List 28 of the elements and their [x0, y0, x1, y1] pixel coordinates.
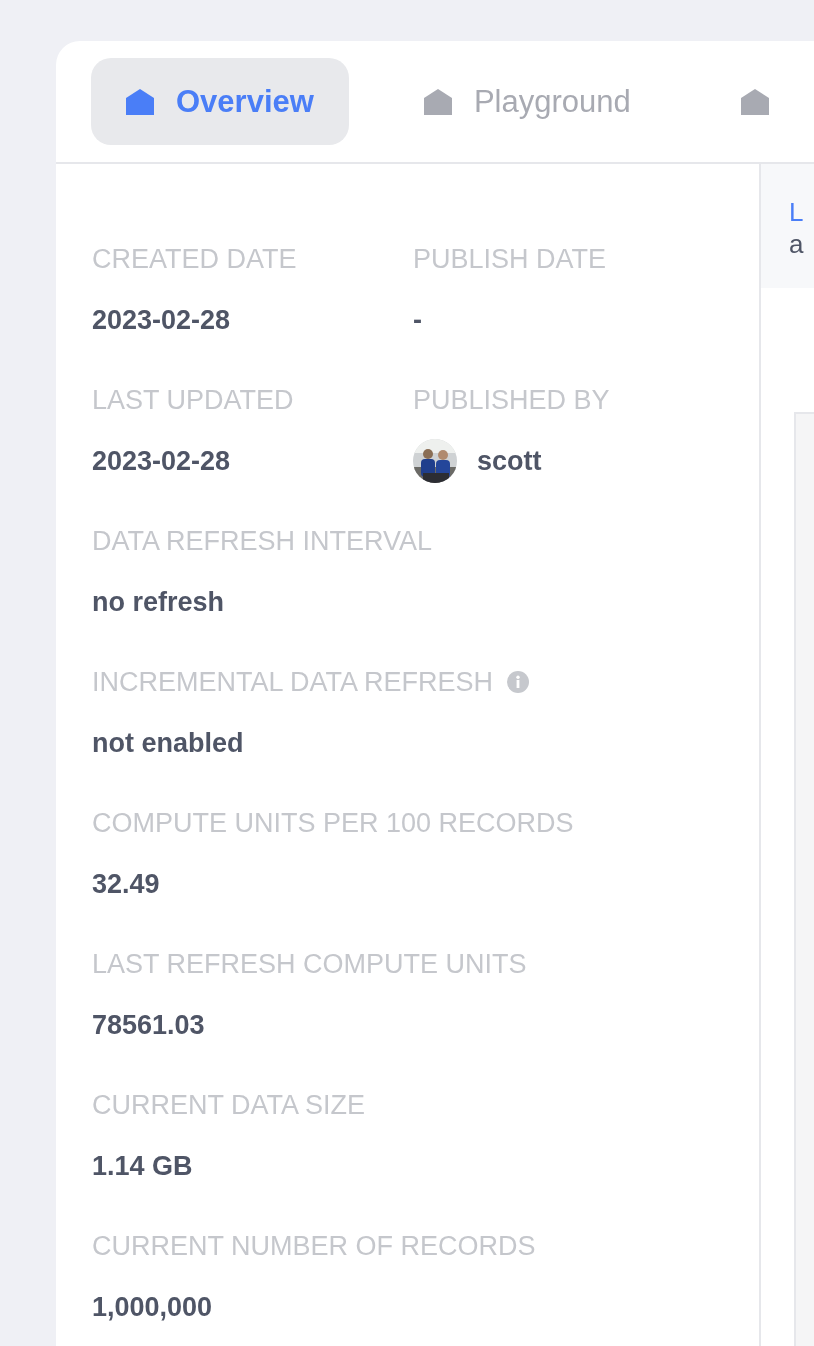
- field-label: LAST UPDATED: [92, 384, 294, 416]
- field-value: 2023-02-28: [92, 445, 231, 477]
- field-value: 32.49: [92, 868, 160, 900]
- info-icon[interactable]: [507, 671, 530, 693]
- field-value: -: [413, 304, 422, 336]
- field-label: PUBLISHED BY: [413, 384, 610, 416]
- link[interactable]: L: [789, 196, 804, 228]
- notice-text: a: [789, 228, 804, 260]
- field-label: CREATED DATE: [92, 243, 297, 275]
- field-label: CURRENT NUMBER OF RECORDS: [92, 1230, 536, 1262]
- field-label: LAST REFRESH COMPUTE UNITS: [92, 948, 527, 980]
- house-icon: [423, 88, 452, 115]
- field-label: CURRENT DATA SIZE: [92, 1089, 366, 1121]
- field-value: 2023-02-28: [92, 304, 231, 336]
- field-label: DATA REFRESH INTERVAL: [92, 525, 433, 557]
- tab[interactable]: Overview: [91, 58, 349, 145]
- field-value: no refresh: [92, 586, 225, 618]
- tab[interactable]: Playground: [388, 58, 666, 145]
- house-icon: [740, 88, 769, 115]
- field-value: 1,000,000: [92, 1291, 213, 1323]
- user-name: scott: [477, 445, 542, 477]
- field-value: not enabled: [92, 727, 244, 759]
- field-label: COMPUTE UNITS PER 100 RECORDS: [92, 807, 574, 839]
- field-label: INCREMENTAL DATA REFRESH: [92, 666, 494, 698]
- field-value: 1.14 GB: [92, 1150, 193, 1182]
- house-icon: [126, 88, 154, 115]
- field-value: 78561.03: [92, 1009, 205, 1041]
- field-label: PUBLISH DATE: [413, 243, 607, 275]
